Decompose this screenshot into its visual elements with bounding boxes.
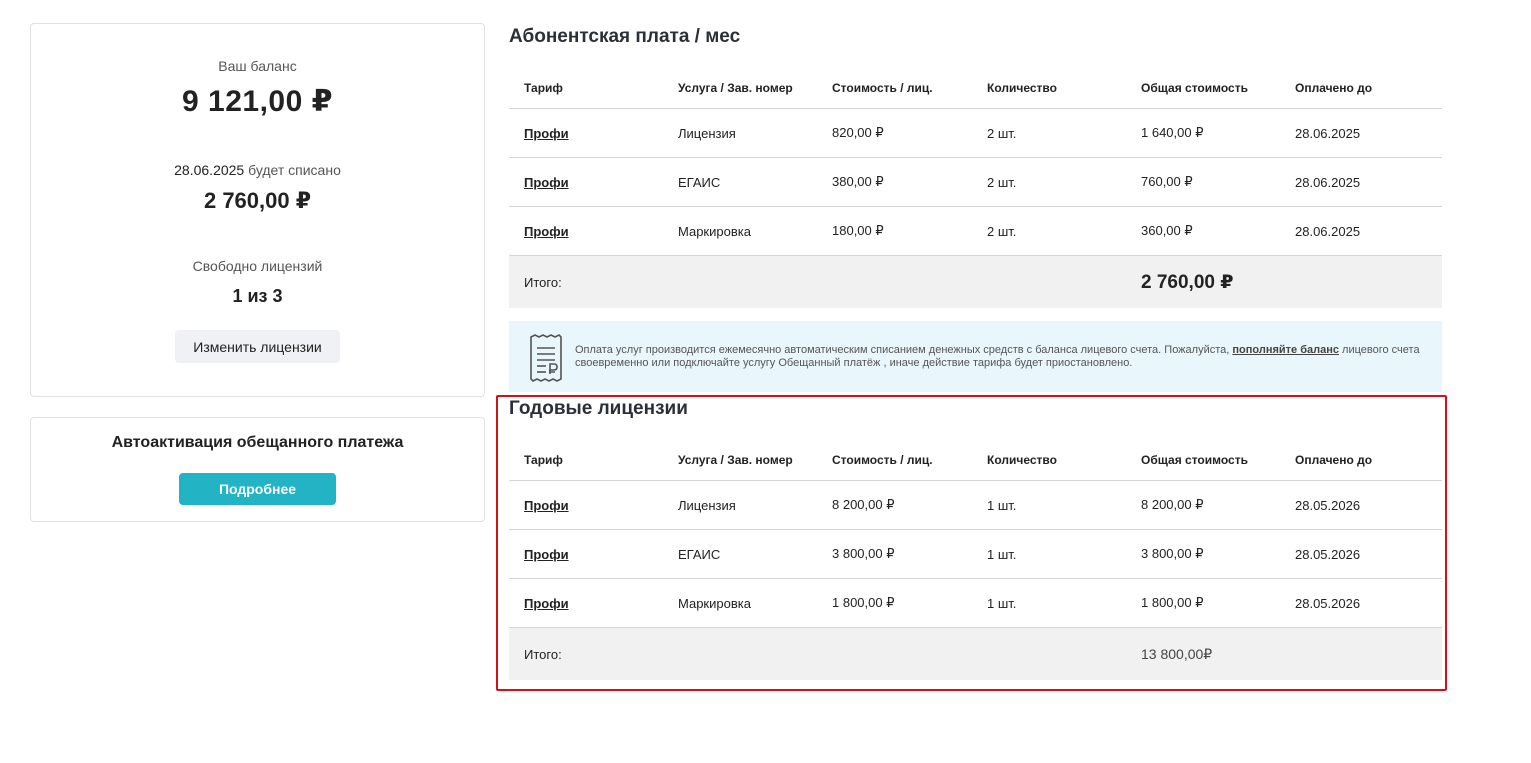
service-cell: Маркировка <box>678 223 751 239</box>
monthly-title: Абонентская плата / мес <box>509 26 741 47</box>
paid-cell: 28.06.2025 <box>1295 174 1361 190</box>
table-row: Профи ЕГАИС 380,00 ₽ 2 шт. 760,00 ₽ 28.0… <box>509 158 1442 207</box>
header-tariff: Тариф <box>524 81 563 95</box>
more-button[interactable]: Подробнее <box>179 473 336 505</box>
auto-activation-card: Автоактивация обещанного платежа Подробн… <box>30 417 485 522</box>
header-total: Общая стоимость <box>1141 81 1248 95</box>
tariff-link[interactable]: Профи <box>524 224 569 239</box>
price-cell: 380,00 ₽ <box>832 174 884 189</box>
total-value: 2 760,00 ₽ <box>1141 271 1234 293</box>
total-label: Итого: <box>524 274 562 290</box>
annual-section-highlight <box>496 395 1447 691</box>
balance-amount: 9 121,00 ₽ <box>182 85 333 118</box>
price-cell: 820,00 ₽ <box>832 125 884 140</box>
payment-notice: Оплата услуг производится ежемесячно авт… <box>509 321 1442 392</box>
qty-cell: 2 шт. <box>987 125 1017 141</box>
header-price: Стоимость / лиц. <box>832 81 933 95</box>
tariff-link[interactable]: Профи <box>524 126 569 141</box>
qty-cell: 2 шт. <box>987 174 1017 190</box>
qty-cell: 2 шт. <box>987 223 1017 239</box>
total-cell: 760,00 ₽ <box>1141 174 1193 189</box>
free-licenses-value: 1 из 3 <box>232 286 283 306</box>
table-row: Профи Маркировка 180,00 ₽ 2 шт. 360,00 ₽… <box>509 207 1442 256</box>
header-paid: Оплачено до <box>1295 81 1373 95</box>
free-licenses-label: Свободно лицензий <box>192 258 323 274</box>
total-row: Итого: 2 760,00 ₽ <box>509 256 1442 308</box>
paid-cell: 28.06.2025 <box>1295 223 1361 239</box>
total-cell: 1 640,00 ₽ <box>1141 125 1204 140</box>
service-cell: ЕГАИС <box>678 174 721 190</box>
charge-line: 28.06.2025 будет списано <box>31 162 484 178</box>
receipt-ruble-icon <box>530 334 562 382</box>
balance-card: Ваш баланс 9 121,00 ₽ 28.06.2025 будет с… <box>30 23 485 397</box>
notice-text: Оплата услуг производится ежемесячно авт… <box>575 344 1425 370</box>
monthly-table: Тариф Услуга / Зав. номер Стоимость / ли… <box>509 68 1442 308</box>
charge-amount: 2 760,00 ₽ <box>203 188 312 213</box>
total-cell: 360,00 ₽ <box>1141 223 1193 238</box>
change-licenses-button[interactable]: Изменить лицензии <box>175 330 340 363</box>
header-qty: Количество <box>987 81 1057 95</box>
table-header: Тариф Услуга / Зав. номер Стоимость / ли… <box>509 68 1442 109</box>
service-cell: Лицензия <box>678 125 736 141</box>
charge-date: 28.06.2025 <box>174 162 245 178</box>
table-row: Профи Лицензия 820,00 ₽ 2 шт. 1 640,00 ₽… <box>509 109 1442 158</box>
tariff-link[interactable]: Профи <box>524 175 569 190</box>
price-cell: 180,00 ₽ <box>832 223 884 238</box>
header-service: Услуга / Зав. номер <box>678 81 793 95</box>
notice-text-before: Оплата услуг производится ежемесячно авт… <box>575 344 1233 356</box>
paid-cell: 28.06.2025 <box>1295 125 1361 141</box>
top-up-balance-link[interactable]: пополняйте баланс <box>1232 344 1339 356</box>
charge-label: будет списано <box>248 162 341 178</box>
auto-activation-title: Автоактивация обещанного платежа <box>111 434 404 451</box>
balance-label: Ваш баланс <box>218 58 297 74</box>
